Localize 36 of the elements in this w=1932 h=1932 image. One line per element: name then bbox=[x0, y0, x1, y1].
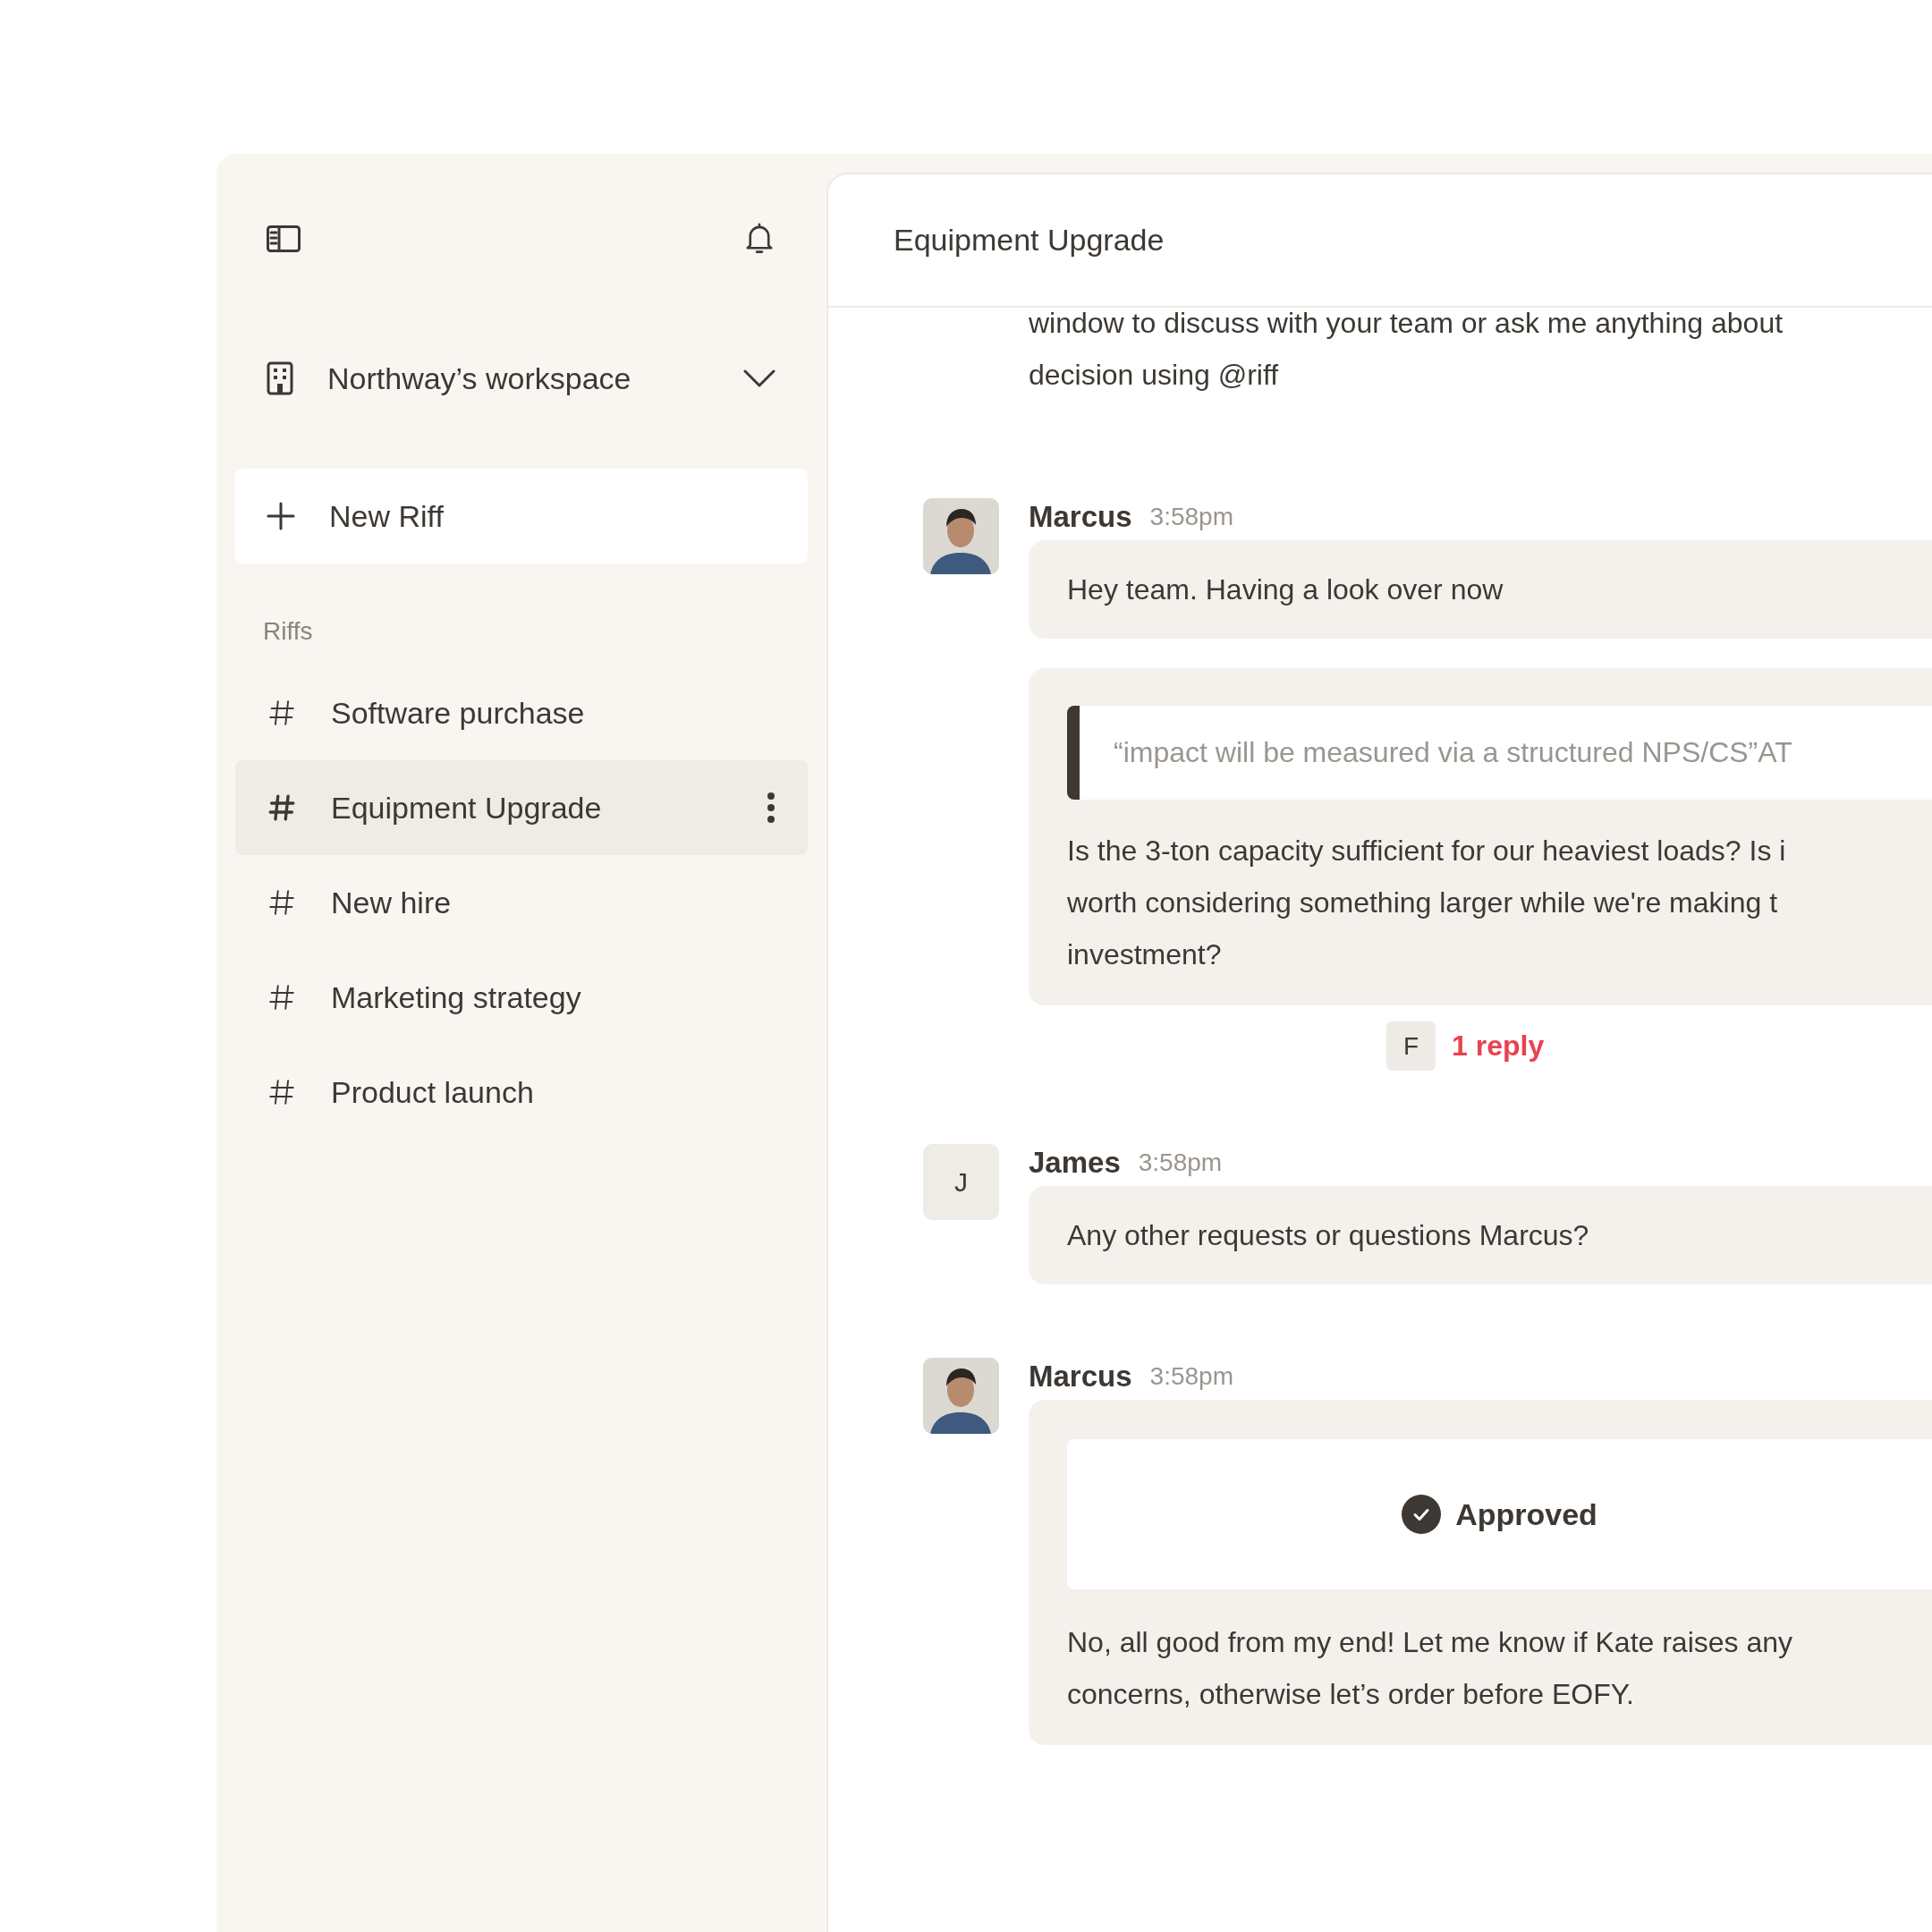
hash-icon bbox=[267, 982, 297, 1013]
message-time: 3:58pm bbox=[1149, 1362, 1233, 1391]
author-name: James bbox=[1029, 1146, 1121, 1180]
channel-title: Equipment Upgrade bbox=[894, 223, 1165, 258]
plus-icon bbox=[267, 502, 295, 530]
section-label: Riffs bbox=[262, 616, 314, 647]
replies-link[interactable]: 1 reply bbox=[1452, 1030, 1545, 1063]
message-text: Hey team. Having a look over now bbox=[1067, 572, 1504, 607]
user-avatar: J bbox=[923, 1144, 999, 1220]
author-name: Marcus bbox=[1029, 1360, 1132, 1394]
channel-item[interactable]: New hire bbox=[235, 855, 808, 950]
channel-item[interactable]: Equipment Upgrade bbox=[235, 760, 808, 855]
sidebar-toggle-icon[interactable] bbox=[267, 225, 301, 252]
message-time: 3:58pm bbox=[1149, 503, 1233, 531]
quoted-text: “impact will be measured via a structured NPS/CS”AT bbox=[1067, 706, 1932, 800]
more-icon[interactable] bbox=[767, 792, 775, 824]
message-text: Is the 3-ton capacity sufficient for our heaviest loads? Is i worth considering something larger while we're making t investment? bbox=[1067, 834, 1787, 972]
channel-item[interactable]: Marketing strategy bbox=[235, 950, 808, 1045]
hash-icon bbox=[267, 698, 297, 728]
message-text: Any other requests or questions Marcus? bbox=[1067, 1218, 1590, 1253]
intro-text: window to discuss with your team or ask me anything about decision using @riff bbox=[1028, 306, 1784, 393]
message-text: No, all good from my end! Let me know if Kate raises any concerns, otherwise let’s order before EOFY. bbox=[1067, 1625, 1794, 1712]
workspace-name[interactable]: Northway’s workspace bbox=[327, 360, 709, 396]
hash-icon bbox=[267, 792, 297, 823]
message-time: 3:58pm bbox=[1138, 1148, 1223, 1177]
author-name: Marcus bbox=[1029, 500, 1132, 534]
status-label: Approved bbox=[1455, 1496, 1597, 1532]
channel-item[interactable]: Software purchase bbox=[235, 665, 808, 760]
channel-item[interactable]: Product launch bbox=[235, 1045, 808, 1140]
building-icon bbox=[267, 361, 293, 395]
new-riff-button[interactable]: New Riff bbox=[235, 469, 808, 564]
user-avatar: F bbox=[1386, 1021, 1436, 1071]
hash-icon bbox=[267, 1077, 297, 1107]
hash-icon bbox=[267, 887, 297, 918]
check-circle-icon bbox=[1402, 1495, 1442, 1534]
chevron-down-icon[interactable] bbox=[743, 369, 775, 387]
